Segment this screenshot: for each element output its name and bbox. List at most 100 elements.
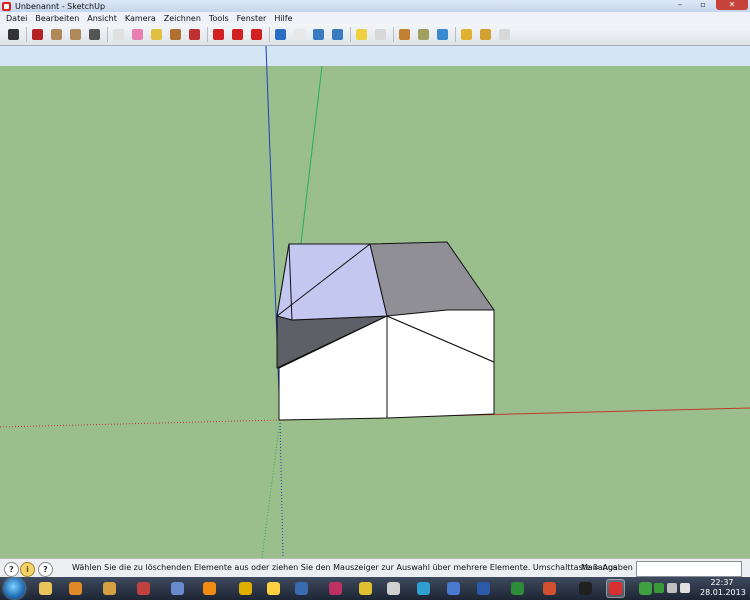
drawing-viewport[interactable] bbox=[0, 46, 750, 558]
orbit-tool-icon[interactable] bbox=[273, 27, 288, 42]
zoom-extents-icon-glyph bbox=[332, 29, 343, 40]
credits-icon[interactable]: i bbox=[20, 562, 35, 577]
make-component-icon[interactable] bbox=[111, 27, 126, 42]
toggle-terrain-icon-glyph bbox=[418, 29, 429, 40]
share-component-icon[interactable] bbox=[478, 27, 493, 42]
excel-icon-glyph bbox=[511, 582, 524, 595]
get-components-icon[interactable] bbox=[459, 27, 474, 42]
measurements-label: Maßangaben bbox=[581, 563, 633, 572]
house-model[interactable] bbox=[276, 241, 495, 421]
line-tool-icon[interactable] bbox=[30, 27, 45, 42]
zoom-extents-icon[interactable] bbox=[330, 27, 345, 42]
extension-warehouse-icon-glyph bbox=[499, 29, 510, 40]
help-icon[interactable]: ? bbox=[38, 562, 53, 577]
vlc-icon[interactable] bbox=[200, 579, 219, 598]
start-button[interactable] bbox=[4, 578, 25, 599]
sketchup-icon-glyph bbox=[609, 582, 622, 595]
app-icon-20-glyph bbox=[639, 582, 652, 595]
paint-bucket-icon[interactable] bbox=[168, 27, 183, 42]
terminal-icon[interactable] bbox=[576, 579, 595, 598]
menu-datei[interactable]: Datei bbox=[2, 14, 31, 23]
move-tool-icon-glyph bbox=[213, 29, 224, 40]
offset-tool-icon-glyph bbox=[251, 29, 262, 40]
app-icon-12[interactable] bbox=[384, 579, 403, 598]
app-icon-13[interactable] bbox=[414, 579, 433, 598]
tape-measure-icon[interactable] bbox=[149, 27, 164, 42]
volume-icon[interactable] bbox=[680, 583, 690, 593]
geo-location-icon[interactable]: ? bbox=[4, 562, 19, 577]
get-models-icon-glyph bbox=[356, 29, 367, 40]
tray-icon-2[interactable] bbox=[667, 583, 677, 593]
make-component-icon-glyph bbox=[113, 29, 124, 40]
app-icon-7[interactable] bbox=[236, 579, 255, 598]
maximize-button[interactable]: ▫ bbox=[693, 0, 713, 10]
measurements-input[interactable] bbox=[636, 561, 742, 577]
zoom-tool-icon[interactable] bbox=[311, 27, 326, 42]
add-location-icon[interactable] bbox=[397, 27, 412, 42]
rectangle-tool-icon-glyph bbox=[51, 29, 62, 40]
toolbar-separator bbox=[350, 27, 351, 42]
app-icon-20[interactable] bbox=[636, 579, 655, 598]
app-icon-4[interactable] bbox=[134, 579, 153, 598]
firefox-icon[interactable] bbox=[66, 579, 85, 598]
pan-tool-icon[interactable] bbox=[292, 27, 307, 42]
app-icon-3[interactable] bbox=[100, 579, 119, 598]
menu-kamera[interactable]: Kamera bbox=[121, 14, 160, 23]
get-models-icon[interactable] bbox=[354, 27, 369, 42]
eraser-tool-icon[interactable] bbox=[130, 27, 145, 42]
app-icon-10[interactable] bbox=[326, 579, 345, 598]
rectangle-tool-icon[interactable] bbox=[49, 27, 64, 42]
clock-date[interactable]: 28.01.2013 bbox=[700, 588, 746, 597]
clock-time[interactable]: 22:37 bbox=[700, 578, 744, 587]
toggle-terrain-icon[interactable] bbox=[416, 27, 431, 42]
offset-tool-icon[interactable] bbox=[249, 27, 264, 42]
sketchup-icon[interactable] bbox=[606, 579, 625, 598]
pd-icon-glyph bbox=[295, 582, 308, 595]
toolbar-separator bbox=[455, 27, 456, 42]
pd-icon[interactable] bbox=[292, 579, 311, 598]
minimize-button[interactable]: – bbox=[670, 0, 690, 10]
share-model-icon[interactable] bbox=[373, 27, 388, 42]
menu-tools[interactable]: Tools bbox=[205, 14, 233, 23]
rotate-tool-icon[interactable] bbox=[230, 27, 245, 42]
tray-icon-1[interactable] bbox=[654, 583, 664, 593]
media-player-icon-glyph bbox=[171, 582, 184, 595]
paint-bucket-icon-glyph bbox=[170, 29, 181, 40]
word-icon[interactable] bbox=[474, 579, 493, 598]
menu-bearbeiten[interactable]: Bearbeiten bbox=[31, 14, 83, 23]
close-button[interactable]: ✕ bbox=[716, 0, 748, 10]
move-tool-icon[interactable] bbox=[211, 27, 226, 42]
media-player-icon[interactable] bbox=[168, 579, 187, 598]
circle-tool-icon[interactable] bbox=[68, 27, 83, 42]
tape-measure-icon-glyph bbox=[151, 29, 162, 40]
app-icon-11[interactable] bbox=[356, 579, 375, 598]
get-components-icon-glyph bbox=[461, 29, 472, 40]
menu-zeichnen[interactable]: Zeichnen bbox=[160, 14, 205, 23]
select-tool-icon[interactable] bbox=[6, 27, 21, 42]
toolbar-separator bbox=[393, 27, 394, 42]
menu-hilfe[interactable]: Hilfe bbox=[270, 14, 296, 23]
app-icon-4-glyph bbox=[137, 582, 150, 595]
toolbar-separator bbox=[107, 27, 108, 42]
app-icon-17[interactable] bbox=[540, 579, 559, 598]
sky bbox=[0, 46, 750, 66]
light-roof-face bbox=[276, 243, 388, 321]
google-earth-icon[interactable] bbox=[435, 27, 450, 42]
excel-icon[interactable] bbox=[508, 579, 527, 598]
app-icon-8[interactable] bbox=[264, 579, 283, 598]
terminal-icon-glyph bbox=[579, 582, 592, 595]
windows-explorer-icon[interactable] bbox=[36, 579, 55, 598]
push-pull-icon-glyph bbox=[189, 29, 200, 40]
extension-warehouse-icon[interactable] bbox=[497, 27, 512, 42]
menu-ansicht[interactable]: Ansicht bbox=[83, 14, 121, 23]
arc-tool-icon[interactable] bbox=[87, 27, 102, 42]
circle-tool-icon-glyph bbox=[70, 29, 81, 40]
app-icon-17-glyph bbox=[543, 582, 556, 595]
app-icon-14[interactable] bbox=[444, 579, 463, 598]
menu-fenster[interactable]: Fenster bbox=[233, 14, 271, 23]
push-pull-icon[interactable] bbox=[187, 27, 202, 42]
share-component-icon-glyph bbox=[480, 29, 491, 40]
status-bar: ? i ? Wählen Sie die zu löschenden Eleme… bbox=[0, 558, 750, 578]
zoom-tool-icon-glyph bbox=[313, 29, 324, 40]
main-toolbar bbox=[0, 24, 750, 46]
